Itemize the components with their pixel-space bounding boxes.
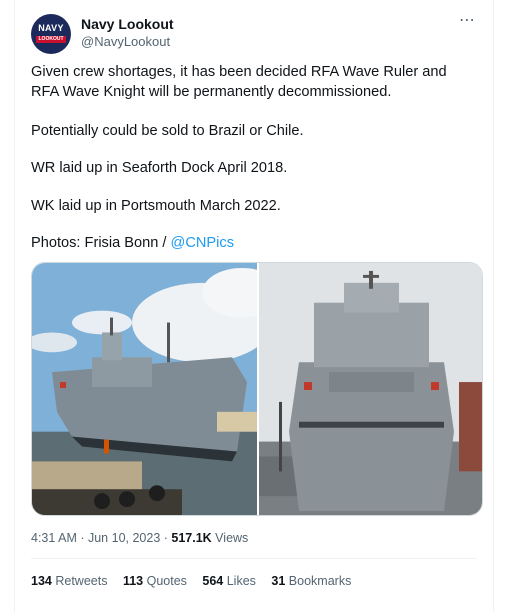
tweet-paragraph: Potentially could be sold to Brazil or C… <box>31 123 304 139</box>
photo-ship-dock[interactable] <box>32 263 257 515</box>
likes-count: 564 <box>202 574 224 588</box>
tweet-paragraph: WR laid up in Seaforth Dock April 2018. <box>31 160 288 176</box>
media-grid <box>31 262 483 516</box>
retweets-stat[interactable]: 134 Retweets <box>31 574 107 588</box>
tweet-header: NAVY LOOKOUT Navy Lookout @NavyLookout ⋯ <box>31 12 477 56</box>
tweet-paragraph: WK laid up in Portsmouth March 2022. <box>31 198 281 214</box>
tweet-photo-credit: Photos: Frisia Bonn / @CNPics <box>31 233 234 253</box>
bookmarks-label: Bookmarks <box>288 574 352 588</box>
views-count: 517.1K <box>171 531 212 545</box>
bookmarks-count: 31 <box>271 574 286 588</box>
likes-stat[interactable]: 564 Likes <box>202 574 256 588</box>
likes-label: Likes <box>226 574 256 588</box>
handle[interactable]: @NavyLookout <box>81 33 174 51</box>
photo-ship-bow[interactable] <box>259 263 482 515</box>
tweet-time[interactable]: 4:31 AM <box>31 531 77 545</box>
display-name[interactable]: Navy Lookout <box>81 15 174 33</box>
quotes-label: Quotes <box>146 574 187 588</box>
quotes-stat[interactable]: 113 Quotes <box>123 574 187 588</box>
retweets-count: 134 <box>31 574 52 588</box>
bookmarks-stat[interactable]: 31 Bookmarks <box>271 574 351 588</box>
avatar[interactable]: NAVY LOOKOUT <box>31 14 71 54</box>
tweet-card: NAVY LOOKOUT Navy Lookout @NavyLookout ⋯… <box>14 0 494 612</box>
photo-credit-prefix: Photos: Frisia Bonn / <box>31 235 171 251</box>
author-names: Navy Lookout @NavyLookout <box>81 15 174 51</box>
avatar-text-top: NAVY <box>38 23 64 33</box>
meta-separator: · <box>160 531 172 545</box>
tweet-meta: 4:31 AM · Jun 10, 2023 · 517.1K Views <box>31 531 248 545</box>
engagement-stats: 134 Retweets 113 Quotes 564 Likes 31 Boo… <box>31 574 363 588</box>
meta-separator: · <box>76 531 88 545</box>
divider <box>31 558 477 559</box>
views-label: Views <box>211 531 249 545</box>
avatar-text-bottom: LOOKOUT <box>36 36 66 43</box>
tweet-paragraph: Given crew shortages, it has been decide… <box>31 64 447 100</box>
tweet-date[interactable]: Jun 10, 2023 <box>88 531 160 545</box>
more-options-icon[interactable]: ⋯ <box>457 13 477 32</box>
retweets-label: Retweets <box>55 574 108 588</box>
quotes-count: 113 <box>122 574 144 588</box>
mention-link[interactable]: @CNPics <box>171 235 234 251</box>
